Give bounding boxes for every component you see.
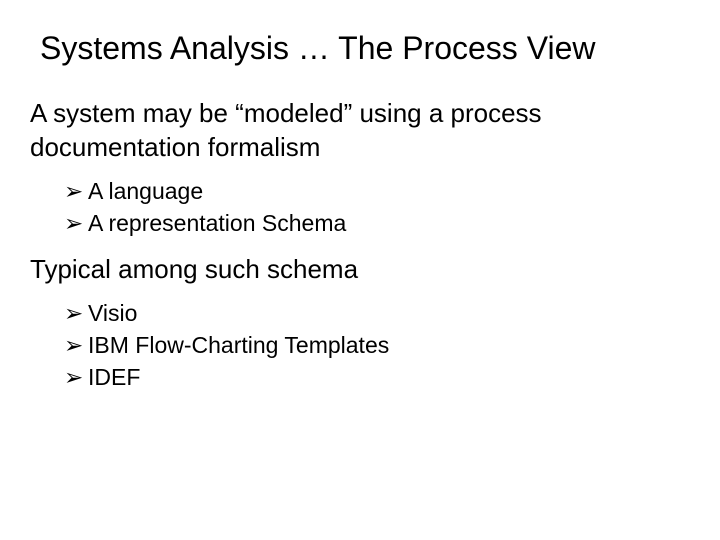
paragraph-2: Typical among such schema — [30, 253, 690, 287]
list-item: IDEF — [64, 361, 690, 393]
slide-title: Systems Analysis … The Process View — [40, 30, 690, 67]
list-item: A representation Schema — [64, 207, 690, 239]
list-item: Visio — [64, 297, 690, 329]
bullet-list-2: Visio IBM Flow-Charting Templates IDEF — [64, 297, 690, 394]
slide: Systems Analysis … The Process View A sy… — [0, 0, 720, 540]
list-item: A language — [64, 175, 690, 207]
list-item: IBM Flow-Charting Templates — [64, 329, 690, 361]
bullet-list-1: A language A representation Schema — [64, 175, 690, 239]
paragraph-1: A system may be “modeled” using a proces… — [30, 97, 690, 165]
